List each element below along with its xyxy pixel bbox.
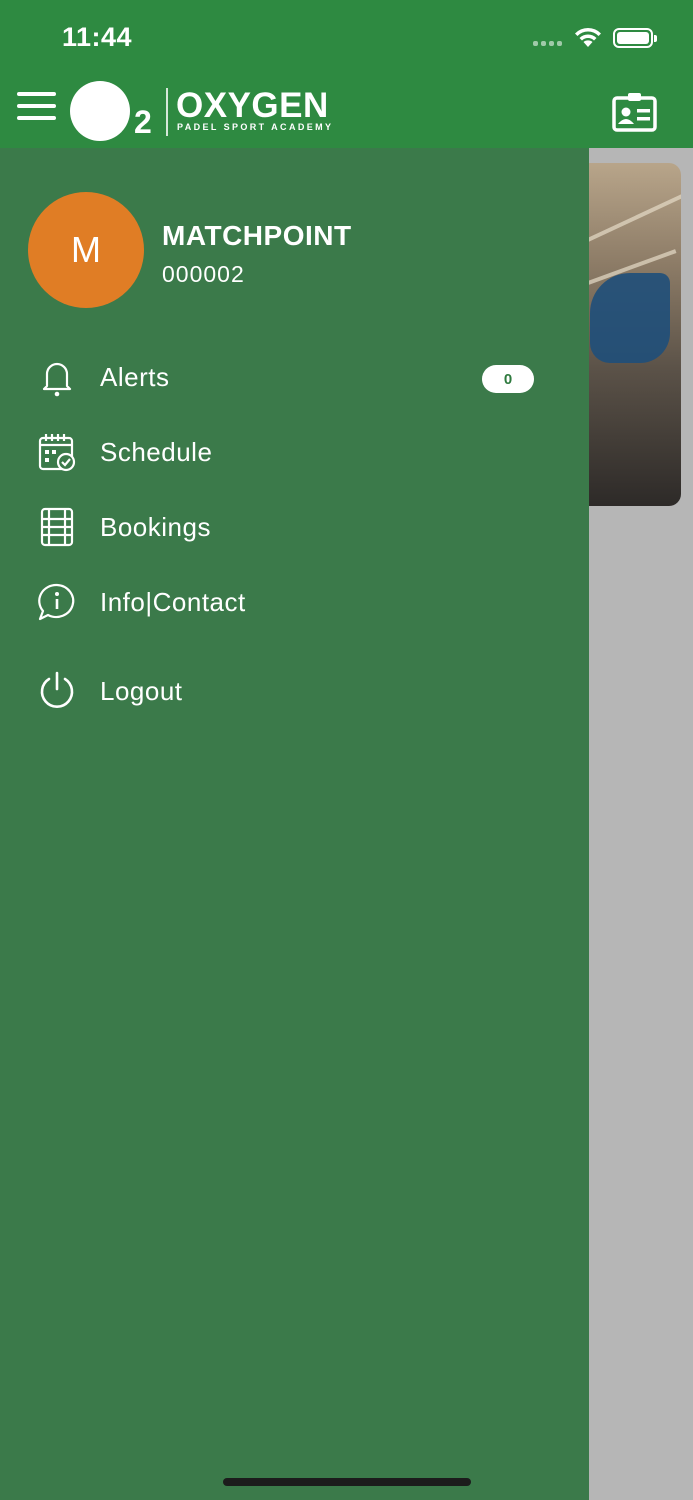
logo-circle (70, 81, 130, 141)
avatar[interactable]: M (28, 192, 144, 308)
app-header: 11:44 2 OXYGEN PADEL SPORT ACADEMY (0, 0, 693, 148)
logo-mark: 2 (134, 104, 152, 140)
menu-item-label: Info|Contact (100, 587, 246, 617)
logo-divider (166, 88, 168, 136)
menu-item-bookings[interactable]: Bookings (0, 495, 589, 559)
info-chat-icon (38, 583, 75, 621)
logo-subtitle: PADEL SPORT ACADEMY (177, 122, 334, 132)
menu-item-label: Bookings (100, 512, 211, 542)
wifi-icon (575, 27, 601, 47)
court-icon (40, 507, 74, 547)
menu-item-label: Schedule (100, 437, 213, 467)
profile-name: MATCHPOINT (162, 220, 352, 251)
calendar-check-icon (38, 434, 76, 472)
navigation-drawer: M MATCHPOINT 000002 Alerts 0 Schedule Bo… (0, 148, 589, 1500)
cellular-signal-icon (533, 41, 562, 46)
menu-item-label: Alerts (100, 362, 170, 392)
player-figure (590, 273, 670, 363)
power-icon (40, 671, 74, 708)
menu-item-label: Logout (100, 676, 183, 706)
logo-name: OXYGEN (176, 86, 329, 125)
status-time: 11:44 (62, 22, 133, 52)
app-logo: 2 OXYGEN PADEL SPORT ACADEMY (70, 80, 334, 142)
battery-icon (613, 28, 657, 48)
profile-id: 000002 (162, 261, 245, 287)
bell-icon (42, 362, 72, 397)
menu-item-schedule[interactable]: Schedule (0, 420, 589, 484)
menu-item-logout[interactable]: Logout (0, 659, 589, 723)
menu-item-info-contact[interactable]: Info|Contact (0, 570, 589, 634)
home-indicator[interactable] (223, 1478, 471, 1486)
alerts-count-badge: 0 (482, 365, 534, 393)
hamburger-icon[interactable] (17, 92, 57, 122)
id-card-icon[interactable] (612, 92, 657, 132)
